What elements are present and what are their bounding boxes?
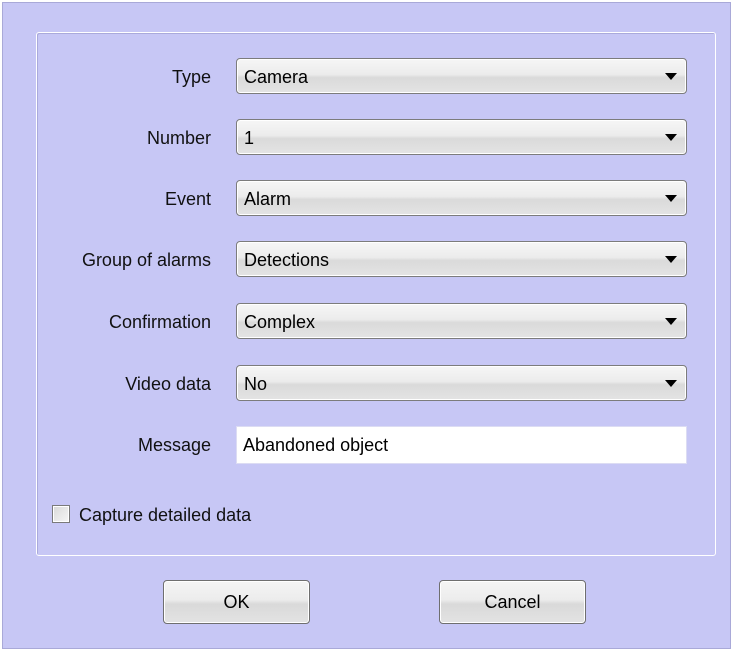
chevron-down-icon [665,256,677,263]
type-dropdown-value: Camera [244,67,309,87]
message-row: Message Abandoned object [0,425,733,467]
confirmation-row: Confirmation Complex [0,302,733,344]
event-label: Event [164,189,211,209]
video-data-row: Video data No [0,364,733,406]
video-data-label: Video data [125,374,211,394]
group-of-alarms-label: Group of alarms [81,250,211,270]
type-label: Type [171,67,211,87]
group-of-alarms-dropdown-value: Detections [244,250,330,270]
settings-group-frame [36,32,716,556]
number-label: Number [146,128,211,148]
chevron-down-icon [665,318,677,325]
message-label: Message [137,435,211,455]
event-row: Event Alarm [0,179,733,221]
chevron-down-icon [665,380,677,387]
type-row: Type Camera [0,57,733,99]
ok-button[interactable]: OK [163,580,310,624]
video-data-dropdown[interactable]: No [236,365,687,401]
chevron-down-icon [665,73,677,80]
checkbox-unchecked-icon[interactable] [52,505,70,523]
confirmation-dropdown[interactable]: Complex [236,303,687,339]
confirmation-label: Confirmation [108,312,211,332]
video-data-dropdown-value: No [244,374,268,394]
chevron-down-icon [665,134,677,141]
capture-detailed-data-label: Capture detailed data [79,505,252,525]
number-dropdown-value: 1 [244,128,255,148]
number-dropdown[interactable]: 1 [236,119,687,155]
event-dropdown[interactable]: Alarm [236,180,687,216]
group-of-alarms-row: Group of alarms Detections [0,240,733,282]
confirmation-dropdown-value: Complex [244,312,316,332]
number-row: Number 1 [0,118,733,160]
message-field[interactable]: Abandoned object [236,426,687,464]
cancel-button[interactable]: Cancel [439,580,586,624]
event-dropdown-value: Alarm [244,189,292,209]
type-dropdown[interactable]: Camera [236,58,687,94]
chevron-down-icon [665,195,677,202]
group-of-alarms-dropdown[interactable]: Detections [236,241,687,277]
